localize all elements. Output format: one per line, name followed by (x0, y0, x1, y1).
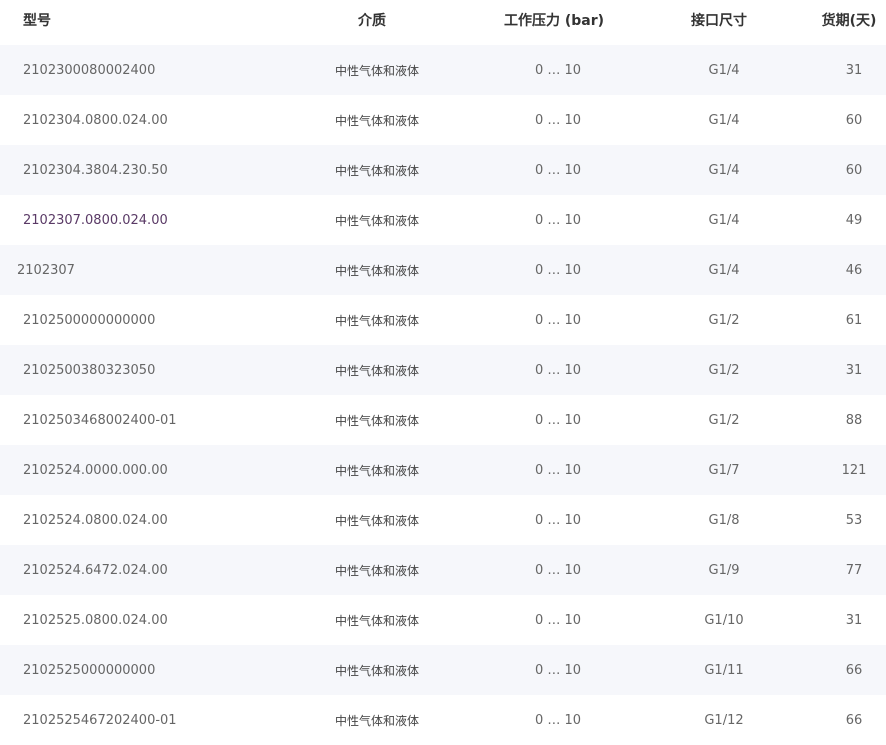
header-pressure[interactable]: 工作压力 (bar) (494, 0, 614, 40)
cell-port-size: G1/12 (704, 712, 744, 728)
cell-lead-time: 31 (845, 612, 863, 628)
cell-pressure: 0 … 10 (534, 662, 582, 678)
header-lead-time[interactable]: 货期(天) (816, 0, 882, 40)
cell-medium: 中性气体和液体 (335, 263, 420, 278)
cell-port-size: G1/4 (708, 112, 740, 128)
table-row[interactable]: 2102307 中性气体和液体 0 … 10 G1/4 46 (0, 245, 886, 295)
cell-lead-time: 60 (845, 162, 863, 178)
table-header: 型号 介质 工作压力 (bar) 接口尺寸 货期(天) (0, 0, 886, 45)
cell-lead-time: 66 (845, 662, 863, 678)
table-row[interactable]: 2102307.0800.024.00 中性气体和液体 0 … 10 G1/4 49 (0, 195, 886, 245)
cell-model[interactable]: 2102307.0800.024.00 (23, 195, 168, 245)
table-row[interactable]: 2102304.3804.230.50 中性气体和液体 0 … 10 G1/4 60 (0, 145, 886, 195)
cell-port-size: G1/4 (708, 162, 740, 178)
cell-lead-time: 31 (845, 362, 863, 378)
table-body: 2102300080002400 中性气体和液体 0 … 10 G1/4 31 21023… (0, 45, 886, 745)
table-row[interactable]: 2102500380323050 中性气体和液体 0 … 10 G1/2 31 (0, 345, 886, 395)
cell-medium: 中性气体和液体 (335, 463, 420, 478)
cell-model[interactable]: 2102524.0000.000.00 (23, 445, 168, 495)
cell-port-size: G1/7 (708, 462, 740, 478)
cell-port-size: G1/4 (708, 212, 740, 228)
cell-lead-time: 77 (845, 562, 863, 578)
cell-pressure: 0 … 10 (534, 462, 582, 478)
cell-medium: 中性气体和液体 (335, 613, 420, 628)
cell-port-size: G1/4 (708, 62, 740, 78)
cell-model[interactable]: 2102500000000000 (23, 295, 155, 345)
cell-pressure: 0 … 10 (534, 712, 582, 728)
cell-model[interactable]: 2102525.0800.024.00 (23, 595, 168, 645)
cell-model[interactable]: 2102500380323050 (23, 345, 155, 395)
cell-lead-time: 53 (845, 512, 863, 528)
cell-pressure: 0 … 10 (534, 212, 582, 228)
cell-medium: 中性气体和液体 (335, 113, 420, 128)
cell-lead-time: 88 (845, 412, 863, 428)
cell-model[interactable]: 2102525467202400-01 (23, 695, 177, 745)
cell-medium: 中性气体和液体 (335, 513, 420, 528)
cell-model[interactable]: 2102524.0800.024.00 (23, 495, 168, 545)
cell-medium: 中性气体和液体 (335, 163, 420, 178)
table-row[interactable]: 2102525467202400-01 中性气体和液体 0 … 10 G1/12 66 (0, 695, 886, 745)
table-row[interactable]: 2102525000000000 中性气体和液体 0 … 10 G1/11 66 (0, 645, 886, 695)
cell-port-size: G1/11 (704, 662, 744, 678)
cell-pressure: 0 … 10 (534, 612, 582, 628)
table-row[interactable]: 2102524.0000.000.00 中性气体和液体 0 … 10 G1/7 121 (0, 445, 886, 495)
cell-pressure: 0 … 10 (534, 112, 582, 128)
cell-model[interactable]: 2102524.6472.024.00 (23, 545, 168, 595)
cell-port-size: G1/4 (708, 262, 740, 278)
table-row[interactable]: 2102524.6472.024.00 中性气体和液体 0 … 10 G1/9 77 (0, 545, 886, 595)
cell-port-size: G1/10 (704, 612, 744, 628)
cell-lead-time: 46 (845, 262, 863, 278)
cell-medium: 中性气体和液体 (335, 213, 420, 228)
cell-model[interactable]: 2102304.3804.230.50 (23, 145, 168, 195)
cell-medium: 中性气体和液体 (335, 563, 420, 578)
cell-lead-time: 66 (845, 712, 863, 728)
table-row[interactable]: 2102500000000000 中性气体和液体 0 … 10 G1/2 61 (0, 295, 886, 345)
table-row[interactable]: 2102525.0800.024.00 中性气体和液体 0 … 10 G1/10 31 (0, 595, 886, 645)
table-row[interactable]: 2102300080002400 中性气体和液体 0 … 10 G1/4 31 (0, 45, 886, 95)
cell-medium: 中性气体和液体 (335, 713, 420, 728)
cell-medium: 中性气体和液体 (335, 413, 420, 428)
table-row[interactable]: 2102503468002400-01 中性气体和液体 0 … 10 G1/2 88 (0, 395, 886, 445)
cell-lead-time: 61 (845, 312, 863, 328)
cell-lead-time: 31 (845, 62, 863, 78)
cell-pressure: 0 … 10 (534, 512, 582, 528)
cell-medium: 中性气体和液体 (335, 313, 420, 328)
header-medium[interactable]: 介质 (342, 0, 402, 40)
cell-port-size: G1/2 (708, 412, 740, 428)
table-row[interactable]: 2102304.0800.024.00 中性气体和液体 0 … 10 G1/4 60 (0, 95, 886, 145)
cell-pressure: 0 … 10 (534, 262, 582, 278)
cell-lead-time: 60 (845, 112, 863, 128)
header-port-size[interactable]: 接口尺寸 (680, 0, 758, 40)
cell-pressure: 0 … 10 (534, 312, 582, 328)
cell-port-size: G1/9 (708, 562, 740, 578)
cell-port-size: G1/2 (708, 362, 740, 378)
cell-port-size: G1/8 (708, 512, 740, 528)
cell-pressure: 0 … 10 (534, 362, 582, 378)
cell-port-size: G1/2 (708, 312, 740, 328)
cell-medium: 中性气体和液体 (335, 663, 420, 678)
cell-pressure: 0 … 10 (534, 162, 582, 178)
header-model[interactable]: 型号 (23, 0, 51, 40)
cell-model[interactable]: 2102300080002400 (23, 45, 155, 95)
product-table: 型号 介质 工作压力 (bar) 接口尺寸 货期(天) 210230008000… (0, 0, 886, 745)
cell-lead-time: 121 (841, 462, 867, 478)
cell-model[interactable]: 2102525000000000 (23, 645, 155, 695)
cell-medium: 中性气体和液体 (335, 363, 420, 378)
cell-model[interactable]: 2102307 (17, 245, 75, 295)
cell-pressure: 0 … 10 (534, 62, 582, 78)
table-row[interactable]: 2102524.0800.024.00 中性气体和液体 0 … 10 G1/8 53 (0, 495, 886, 545)
cell-model[interactable]: 2102503468002400-01 (23, 395, 177, 445)
cell-medium: 中性气体和液体 (335, 63, 420, 78)
cell-lead-time: 49 (845, 212, 863, 228)
cell-model[interactable]: 2102304.0800.024.00 (23, 95, 168, 145)
cell-pressure: 0 … 10 (534, 412, 582, 428)
cell-pressure: 0 … 10 (534, 562, 582, 578)
